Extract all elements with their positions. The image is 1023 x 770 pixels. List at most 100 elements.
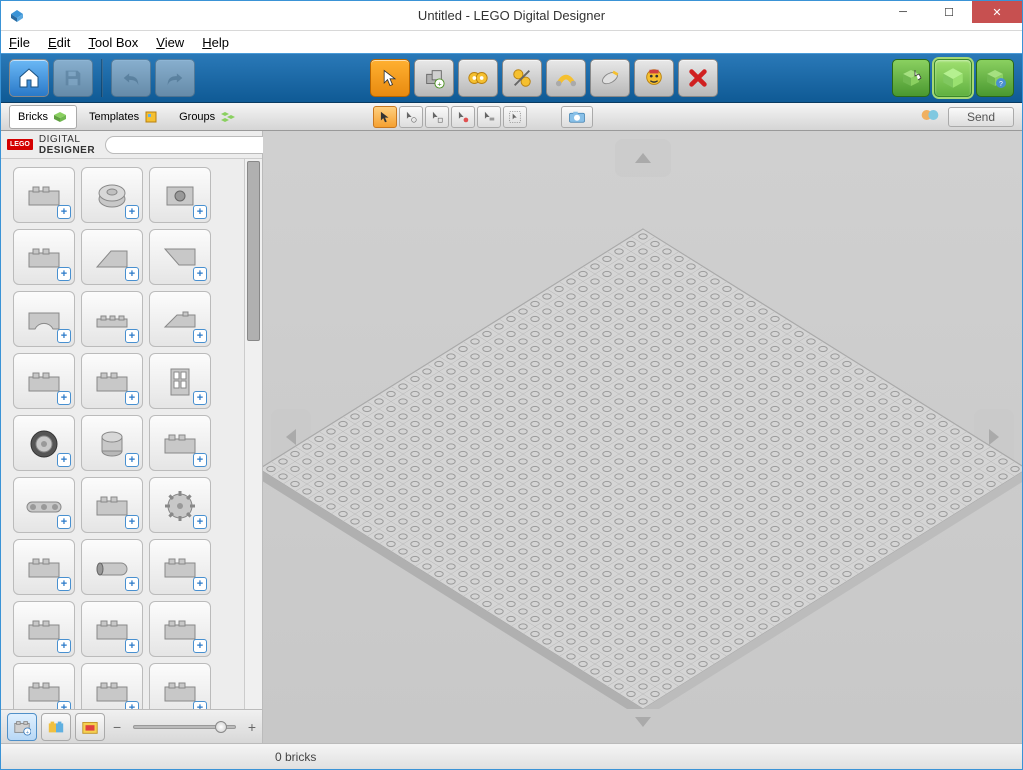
add-badge-icon: + (57, 701, 71, 709)
filter-set-button[interactable] (75, 713, 105, 741)
menu-file[interactable]: File (9, 35, 30, 50)
brick-category-minifig-part[interactable]: + (81, 601, 143, 657)
brick-search-input[interactable] (105, 136, 284, 154)
brick-category-slope[interactable]: + (81, 229, 143, 285)
add-badge-icon: + (193, 515, 207, 529)
zoom-slider[interactable] (133, 725, 236, 729)
filter-bricks-button[interactable]: + (7, 713, 37, 741)
clone-tool[interactable]: + (414, 59, 454, 97)
maximize-button[interactable]: ☐ (926, 1, 972, 23)
brick-category-technic-brick[interactable]: + (149, 415, 211, 471)
brick-category-grid: +++++++++++++++++++++++++++ (1, 159, 244, 709)
save-button[interactable] (53, 59, 93, 97)
group-icon (219, 109, 235, 125)
redo-button[interactable] (155, 59, 195, 97)
scrollbar-thumb[interactable] (247, 161, 260, 341)
brick-category-plate[interactable]: + (81, 291, 143, 347)
tab-bricks-label: Bricks (18, 111, 48, 123)
add-badge-icon: + (193, 267, 207, 281)
tab-bricks[interactable]: Bricks (9, 105, 77, 129)
svg-text:+: + (26, 730, 29, 736)
menu-bar: File Edit Tool Box View Help (1, 31, 1022, 53)
brick-category-pin[interactable]: + (81, 477, 143, 533)
menu-edit[interactable]: Edit (48, 35, 70, 50)
invert-select-tool[interactable] (503, 106, 527, 128)
hinge-align-tool[interactable] (502, 59, 542, 97)
brick-category-beam-frame[interactable]: + (149, 539, 211, 595)
brick-category-ring-frame[interactable]: + (149, 601, 211, 657)
delete-tool[interactable] (678, 59, 718, 97)
add-badge-icon: + (125, 515, 139, 529)
add-badge-icon: + (193, 577, 207, 591)
brick-category-curved-panel[interactable]: + (13, 539, 75, 595)
brick-category-tile-clip[interactable]: + (13, 353, 75, 409)
select-tool[interactable] (370, 59, 410, 97)
build-mode-button[interactable] (892, 59, 930, 97)
color-select-tool[interactable] (451, 106, 475, 128)
brick-category-brick-technic-hole[interactable]: + (149, 167, 211, 223)
minimize-button[interactable]: ─ (880, 1, 926, 23)
brick-category-brick-long[interactable]: + (13, 229, 75, 285)
add-badge-icon: + (193, 205, 207, 219)
brick-category-wedge-plate[interactable]: + (149, 291, 211, 347)
brick-category-plate-mod[interactable]: + (13, 663, 75, 709)
baseplate (263, 189, 1022, 709)
orbit-up-button[interactable] (615, 139, 671, 177)
brick-category-panel[interactable]: + (81, 353, 143, 409)
tab-templates[interactable]: Templates (81, 106, 167, 128)
palette-header: LEGO DIGITAL DESIGNER ◂◂ (1, 131, 262, 159)
brick-count-label: 0 bricks (275, 750, 316, 764)
hinge-tool[interactable] (458, 59, 498, 97)
hide-tool[interactable] (634, 59, 674, 97)
brick-category-misc[interactable]: + (149, 663, 211, 709)
brick-category-door[interactable]: + (149, 353, 211, 409)
send-button[interactable]: Send (948, 107, 1014, 127)
flex-tool[interactable] (546, 59, 586, 97)
add-badge-icon: + (193, 639, 207, 653)
brick-category-gear-large[interactable]: + (81, 663, 143, 709)
brick-category-slope-inverted[interactable]: + (149, 229, 211, 285)
palette-footer: + − + (1, 709, 262, 743)
screenshot-tool[interactable] (561, 106, 593, 128)
zoom-plus-icon[interactable]: + (248, 719, 256, 735)
view-mode-button[interactable] (934, 59, 972, 97)
menu-help[interactable]: Help (202, 35, 229, 50)
build-viewport[interactable] (263, 131, 1022, 743)
brick-palette-sidebar: LEGO DIGITAL DESIGNER ◂◂ +++++++++++++++… (1, 131, 263, 743)
zoom-slider-thumb[interactable] (215, 721, 227, 733)
brick-category-tube[interactable]: + (81, 539, 143, 595)
brick-category-brick-round[interactable]: + (81, 167, 143, 223)
tab-groups[interactable]: Groups (171, 106, 243, 128)
status-bar: 0 bricks (1, 743, 1022, 769)
brick-category-wheel[interactable]: + (13, 415, 75, 471)
single-select-tool[interactable] (373, 106, 397, 128)
add-badge-icon: + (125, 577, 139, 591)
paint-tool[interactable] (590, 59, 630, 97)
content-area: LEGO DIGITAL DESIGNER ◂◂ +++++++++++++++… (1, 131, 1022, 743)
brick-category-brick-basic[interactable]: + (13, 167, 75, 223)
brick-category-gear[interactable]: + (149, 477, 211, 533)
add-badge-icon: + (125, 453, 139, 467)
building-guide-mode-button[interactable]: ? (976, 59, 1014, 97)
palette-scrollbar[interactable] (244, 159, 262, 709)
filter-color-button[interactable] (41, 713, 71, 741)
zoom-minus-icon[interactable]: − (113, 719, 121, 735)
svg-text:?: ? (999, 81, 1003, 88)
sub-toolbar: Bricks Templates Groups Send (1, 103, 1022, 131)
add-badge-icon: + (57, 639, 71, 653)
brick-category-cylinder[interactable]: + (81, 415, 143, 471)
home-button[interactable] (9, 59, 49, 97)
shape-select-tool[interactable] (477, 106, 501, 128)
menu-view[interactable]: View (156, 35, 184, 50)
window-controls: ─ ☐ ✕ (880, 1, 1022, 23)
multi-select-tool[interactable] (399, 106, 423, 128)
brick-category-arch[interactable]: + (13, 291, 75, 347)
brick-category-liftarm[interactable]: + (13, 477, 75, 533)
add-badge-icon: + (193, 701, 207, 709)
selection-tools (373, 106, 593, 128)
undo-button[interactable] (111, 59, 151, 97)
connected-select-tool[interactable] (425, 106, 449, 128)
close-button[interactable]: ✕ (972, 1, 1022, 23)
brick-category-bar-claw[interactable]: + (13, 601, 75, 657)
menu-toolbox[interactable]: Tool Box (88, 35, 138, 50)
